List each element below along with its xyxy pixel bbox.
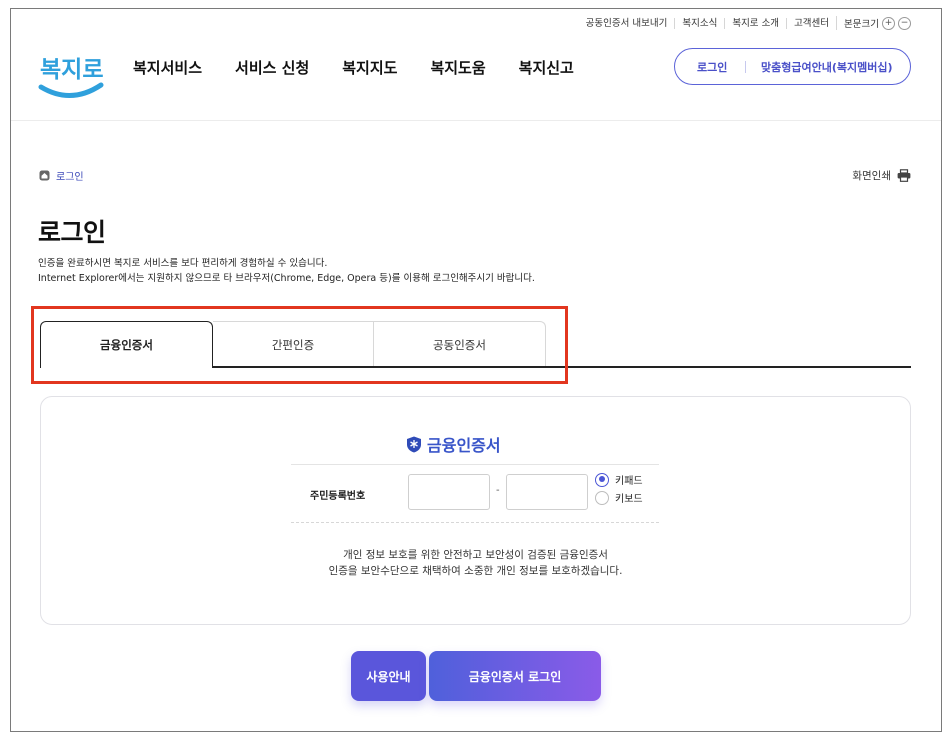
radio-unselected-icon: [595, 490, 609, 505]
rrn-dash: -: [496, 485, 500, 496]
page-title: 로그인: [38, 218, 106, 247]
site-logo[interactable]: 복지로: [37, 45, 105, 105]
security-note: 개인 정보 보호를 위한 안전하고 보안성이 검증된 금융인증서 인증을 보안수…: [41, 547, 910, 579]
page-frame: 공동인증서 내보내기 복지소식 복지로 소개 고객센터 본문크기 + − 복지로…: [10, 8, 942, 732]
nav-welfare-services[interactable]: 복지서비스: [133, 57, 202, 78]
keyboard-radio-label: 키보드: [615, 494, 643, 505]
financial-cert-login-button[interactable]: 금융인증서 로그인: [429, 651, 601, 701]
rrn-label: 주민등록번호: [310, 491, 366, 502]
printer-icon: [897, 169, 911, 182]
note-line-2: 인증을 보안수단으로 채택하여 소중한 개인 정보를 보호하겠습니다.: [328, 565, 623, 577]
divider: [745, 60, 746, 73]
rrn-front-input[interactable]: [408, 474, 490, 510]
note-line-1: 개인 정보 보호를 위한 안전하고 보안성이 검증된 금융인증서: [343, 549, 608, 561]
zoom-in-button[interactable]: +: [882, 16, 895, 30]
rrn-back-input[interactable]: [506, 474, 588, 510]
highlight-box: [31, 306, 568, 384]
nav-welfare-help[interactable]: 복지도움: [430, 57, 485, 78]
breadcrumb: 로그인: [39, 168, 84, 183]
auth-links: 로그인 맞춤형급여안내(복지멤버십): [674, 48, 911, 85]
zoom-out-button[interactable]: −: [898, 16, 911, 30]
utility-link-export-cert[interactable]: 공동인증서 내보내기: [579, 18, 675, 29]
nav-welfare-report[interactable]: 복지신고: [519, 57, 574, 78]
usage-guide-button[interactable]: 사용안내: [351, 651, 426, 701]
radio-selected-icon: [595, 472, 609, 487]
font-size-label: 본문크기: [844, 19, 879, 30]
utility-link-support[interactable]: 고객센터: [786, 17, 836, 29]
header-divider: [11, 120, 941, 121]
main-nav: 복지서비스 서비스 신청 복지지도 복지도움 복지신고: [133, 57, 574, 78]
panel-title-label: 금융인증서: [427, 436, 501, 455]
header-login-link[interactable]: 로그인: [675, 59, 745, 75]
rrn-form-row: 주민등록번호 - 키패드 키보드: [291, 464, 659, 523]
membership-link[interactable]: 맞춤형급여안내(복지멤버십): [761, 59, 893, 75]
description-line-2: Internet Explorer에서는 지원하지 않으므로 타 브라우저(Ch…: [38, 273, 535, 284]
utility-nav: 공동인증서 내보내기 복지소식 복지로 소개 고객센터 본문크기 + −: [579, 16, 911, 30]
utility-link-about[interactable]: 복지로 소개: [724, 17, 786, 29]
page-description: 인증을 완료하시면 복지로 서비스를 보다 편리하게 경험하실 수 있습니다. …: [38, 256, 535, 286]
utility-link-news[interactable]: 복지소식: [674, 17, 724, 29]
panel-title: 금융인증서: [406, 432, 501, 456]
keypad-radio[interactable]: 키패드: [595, 472, 643, 487]
keypad-radio-label: 키패드: [615, 476, 643, 487]
logo-text: 복지로: [40, 57, 103, 83]
home-icon[interactable]: [39, 170, 50, 181]
cert-panel: 금융인증서 주민등록번호 - 키패드 키보드 개인 정보 보호를 위한 안전하고…: [40, 396, 911, 625]
breadcrumb-current[interactable]: 로그인: [56, 168, 84, 183]
print-button[interactable]: 화면인쇄: [852, 168, 911, 183]
print-label: 화면인쇄: [852, 170, 891, 182]
shield-icon: [407, 436, 421, 452]
description-line-1: 인증을 완료하시면 복지로 서비스를 보다 편리하게 경험하실 수 있습니다.: [38, 258, 328, 269]
font-size-control: 본문크기 + −: [836, 16, 911, 30]
nav-welfare-map[interactable]: 복지지도: [342, 57, 397, 78]
nav-service-apply[interactable]: 서비스 신청: [235, 57, 309, 78]
keyboard-radio[interactable]: 키보드: [595, 490, 643, 505]
